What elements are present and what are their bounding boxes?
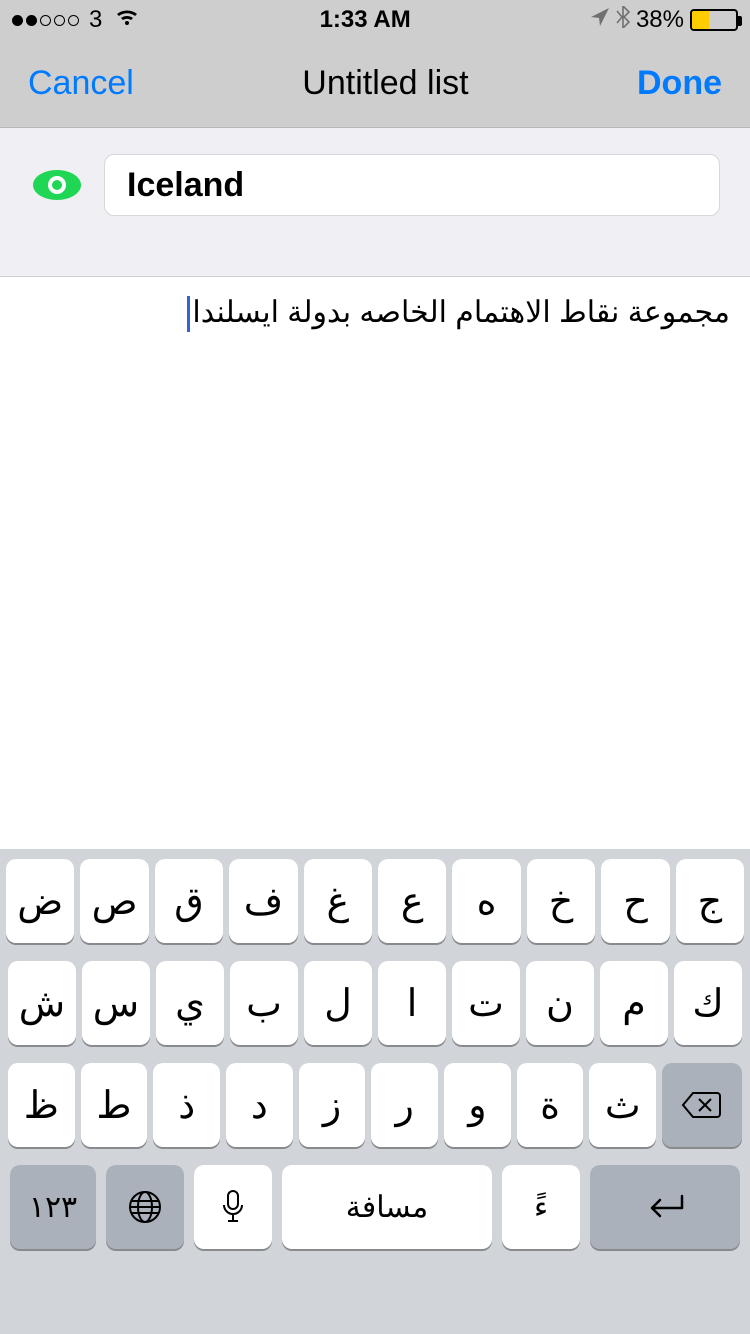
- bluetooth-icon: [616, 6, 630, 35]
- page-title: Untitled list: [302, 64, 468, 103]
- key-kaf[interactable]: ك: [674, 961, 742, 1045]
- key-ghain[interactable]: غ: [304, 859, 372, 943]
- done-button[interactable]: Done: [637, 64, 722, 103]
- cancel-button[interactable]: Cancel: [28, 64, 134, 103]
- keyboard-row-2: ش س ي ب ل ا ت ن م ك: [6, 961, 744, 1045]
- key-jeem[interactable]: ج: [676, 859, 744, 943]
- status-bar: 3 1:33 AM 38%: [0, 0, 750, 40]
- key-tah[interactable]: ط: [81, 1063, 148, 1147]
- location-icon: [590, 6, 610, 34]
- text-cursor: [187, 296, 190, 332]
- keyboard-row-3: ظ ط ذ د ز ر و ة ث: [6, 1063, 744, 1147]
- key-ain[interactable]: ع: [378, 859, 446, 943]
- key-heh[interactable]: ه: [452, 859, 520, 943]
- wifi-icon: [114, 6, 140, 34]
- signal-strength-icon: [12, 15, 79, 26]
- keyboard-row-1: ض ص ق ف غ ع ه خ ح ج: [6, 859, 744, 943]
- key-dad[interactable]: ض: [6, 859, 74, 943]
- key-qaf[interactable]: ق: [155, 859, 223, 943]
- numbers-key[interactable]: ١٢٣: [10, 1165, 96, 1249]
- key-lam[interactable]: ل: [304, 961, 372, 1045]
- clock: 1:33 AM: [320, 6, 411, 34]
- dictation-key[interactable]: [194, 1165, 272, 1249]
- backspace-key[interactable]: [662, 1063, 742, 1147]
- description-textarea[interactable]: مجموعة نقاط الاهتمام الخاصه بدولة ايسلند…: [0, 277, 750, 849]
- list-title-input[interactable]: [104, 154, 720, 216]
- carrier-label: 3: [89, 6, 102, 34]
- key-beh[interactable]: ب: [230, 961, 298, 1045]
- battery-pct: 38%: [636, 6, 684, 34]
- key-khah[interactable]: خ: [527, 859, 595, 943]
- battery-icon: [690, 9, 738, 31]
- key-hah[interactable]: ح: [601, 859, 669, 943]
- return-key[interactable]: [590, 1165, 740, 1249]
- diacritic-key[interactable]: ءً: [502, 1165, 580, 1249]
- key-noon[interactable]: ن: [526, 961, 594, 1045]
- keyboard-row-bottom: ١٢٣ مسافة ءً: [6, 1165, 744, 1249]
- keyboard: ض ص ق ف غ ع ه خ ح ج ش س ي ب ل ا ت ن م ك …: [0, 849, 750, 1334]
- key-thal[interactable]: ذ: [153, 1063, 220, 1147]
- key-sad[interactable]: ص: [80, 859, 148, 943]
- key-seen[interactable]: س: [82, 961, 150, 1045]
- key-feh[interactable]: ف: [229, 859, 297, 943]
- status-right: 38%: [590, 6, 738, 35]
- key-waw[interactable]: و: [444, 1063, 511, 1147]
- space-key[interactable]: مسافة: [282, 1165, 492, 1249]
- key-zah[interactable]: ظ: [8, 1063, 75, 1147]
- key-meem[interactable]: م: [600, 961, 668, 1045]
- key-theh[interactable]: ث: [589, 1063, 656, 1147]
- description-text: مجموعة نقاط الاهتمام الخاصه بدولة ايسلند…: [192, 296, 730, 329]
- key-dal[interactable]: د: [226, 1063, 293, 1147]
- visibility-icon[interactable]: [30, 168, 84, 202]
- key-sheen[interactable]: ش: [8, 961, 76, 1045]
- key-alef[interactable]: ا: [378, 961, 446, 1045]
- title-area: [0, 128, 750, 277]
- status-left: 3: [12, 6, 140, 34]
- nav-bar: Cancel Untitled list Done: [0, 40, 750, 128]
- key-teh-marbuta[interactable]: ة: [517, 1063, 584, 1147]
- key-reh[interactable]: ر: [371, 1063, 438, 1147]
- key-yeh[interactable]: ي: [156, 961, 224, 1045]
- key-teh[interactable]: ت: [452, 961, 520, 1045]
- key-zain[interactable]: ز: [299, 1063, 366, 1147]
- globe-key[interactable]: [106, 1165, 184, 1249]
